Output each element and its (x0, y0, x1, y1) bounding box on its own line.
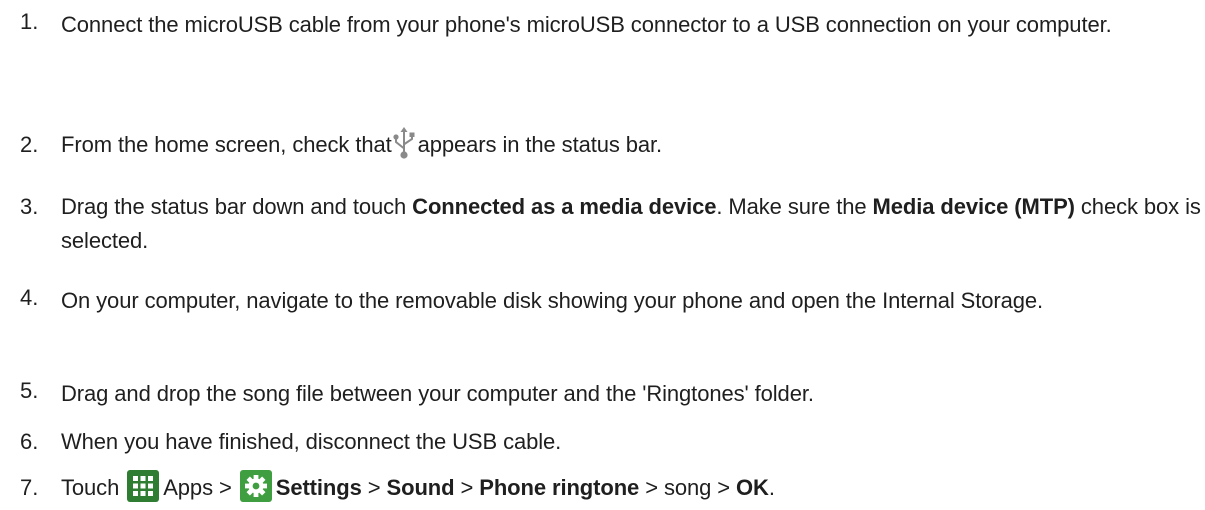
step-number: 5. (20, 378, 39, 403)
ui-label-apps: Apps (163, 475, 213, 500)
separator: > (212, 475, 238, 500)
step-text-part: From the home screen, check that (61, 132, 392, 157)
step-number: 1. (20, 9, 39, 34)
step-text-part: appears in the status bar. (417, 132, 663, 157)
separator: > song > (639, 475, 737, 500)
step-number: 4. (20, 285, 39, 310)
step-text: Touch Apps > Settings > Sound > Phone ri… (61, 470, 1201, 505)
ui-label-media-device-mtp: Media device (MTP) (872, 194, 1075, 219)
period: . (768, 475, 775, 500)
ui-label-sound: Sound (386, 475, 455, 500)
ui-label-connected-media: Connected as a media device (412, 194, 717, 219)
step-number: 6. (20, 429, 39, 454)
step-text-part: Touch (61, 475, 126, 500)
step-number: 3. (20, 194, 39, 219)
step-text: Drag and drop the song file between your… (61, 381, 814, 406)
step-text: On your computer, navigate to the remova… (61, 288, 1044, 313)
settings-gear-icon (239, 470, 272, 503)
step-number: 7. (20, 475, 39, 500)
separator: > (454, 475, 480, 500)
step-text: Drag the status bar down and touch Conne… (61, 190, 1201, 258)
step-text: From the home screen, check that appears… (61, 127, 1201, 163)
step-text-part: . Make sure the (716, 194, 873, 219)
usb-icon (393, 127, 415, 159)
step-text: Connect the microUSB cable from your pho… (61, 12, 1112, 37)
step-text-part: Drag the status bar down and touch (61, 194, 413, 219)
ui-label-ok: OK (736, 475, 769, 500)
ui-label-phone-ringtone: Phone ringtone (479, 475, 640, 500)
separator: > (361, 475, 387, 500)
ui-label-settings: Settings (275, 475, 362, 500)
apps-grid-icon (127, 470, 160, 503)
step-number: 2. (20, 132, 39, 157)
step-text: When you have finished, disconnect the U… (61, 429, 562, 454)
